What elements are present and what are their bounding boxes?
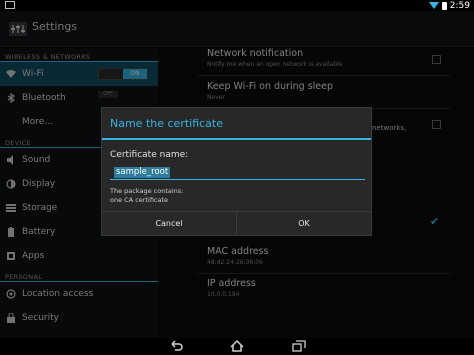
certificate-name-value: sample_root (114, 167, 171, 178)
navigation-bar (0, 338, 474, 355)
certificate-name-input[interactable]: sample_root (110, 166, 365, 180)
screenshot-notification-icon (5, 1, 15, 9)
status-bar: 2:59 (0, 0, 474, 11)
package-contents-label: The package contains: (110, 187, 184, 195)
recent-apps-icon[interactable] (292, 340, 306, 352)
home-icon[interactable] (230, 340, 244, 352)
status-time: 2:59 (449, 0, 470, 11)
package-contents-value: one CA certificate (110, 196, 169, 204)
dialog-button-bar: Cancel OK (102, 211, 371, 235)
dialog-title: Name the certificate (102, 108, 371, 140)
ok-button[interactable]: OK (236, 212, 371, 235)
cancel-button[interactable]: Cancel (102, 212, 236, 235)
wifi-signal-icon (428, 2, 439, 9)
back-icon[interactable] (170, 340, 184, 352)
name-certificate-dialog: Name the certificate Certificate name: s… (101, 107, 372, 236)
status-icons: 2:59 (428, 0, 470, 11)
battery-status-icon (441, 1, 447, 10)
certificate-name-label: Certificate name: (110, 150, 189, 160)
